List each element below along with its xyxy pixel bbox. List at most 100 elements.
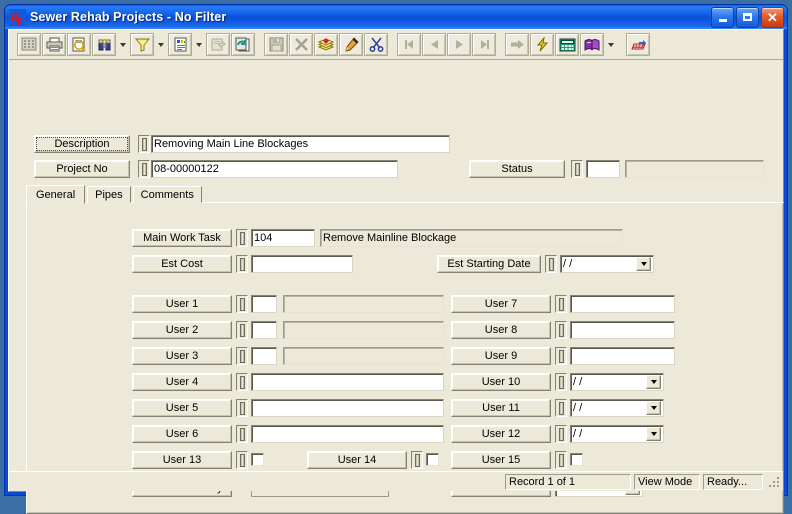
user-12-dropdown-icon[interactable] (646, 427, 661, 441)
book-dropdown-arrow-icon[interactable] (605, 33, 617, 56)
main-work-task-label-button[interactable]: Main Work Task (132, 229, 232, 247)
user-4-label-button[interactable]: User 4 (132, 373, 232, 391)
user-4-input[interactable] (251, 373, 444, 391)
user-2-code-input[interactable] (251, 321, 277, 339)
user-8-lookup-gadget[interactable] (555, 321, 567, 339)
description-label-button[interactable]: Description (34, 135, 130, 153)
user-10-date-combo[interactable]: / / (570, 373, 664, 391)
user-10-dropdown-icon[interactable] (646, 375, 661, 389)
user-1-label-button[interactable]: User 1 (132, 295, 232, 313)
user-14-label-button[interactable]: User 14 (307, 451, 407, 469)
filter-dropdown-arrow-icon[interactable] (155, 33, 167, 56)
find-dropdown-arrow-icon[interactable] (117, 33, 129, 56)
user-5-lookup-gadget[interactable] (236, 399, 248, 417)
minimize-button[interactable] (711, 6, 734, 28)
calculator-icon[interactable] (555, 33, 579, 56)
status-label-button[interactable]: Status (469, 160, 565, 178)
refresh-icon[interactable] (231, 33, 255, 56)
user-8-label-button[interactable]: User 8 (451, 321, 551, 339)
grid-view-icon[interactable] (17, 33, 41, 56)
main-work-task-lookup-gadget[interactable] (236, 229, 248, 247)
report-icon[interactable] (168, 33, 192, 56)
user-12-lookup-gadget[interactable] (555, 425, 567, 443)
print-preview-icon[interactable] (67, 33, 91, 56)
user-1-lookup-gadget[interactable] (236, 295, 248, 313)
user-11-dropdown-icon[interactable] (646, 401, 661, 415)
tab-general[interactable]: General (26, 185, 86, 204)
user-2-label-button[interactable]: User 2 (132, 321, 232, 339)
print-icon[interactable] (42, 33, 66, 56)
user-14-checkbox[interactable] (426, 453, 439, 466)
properties-icon[interactable] (206, 33, 230, 56)
user-9-input[interactable] (570, 347, 675, 365)
user-6-input[interactable] (251, 425, 444, 443)
project-no-label-button[interactable]: Project No (34, 160, 130, 178)
delete-x-icon[interactable] (289, 33, 313, 56)
user-5-label-button[interactable]: User 5 (132, 399, 232, 417)
user-3-lookup-gadget[interactable] (236, 347, 248, 365)
project-no-lookup-gadget[interactable] (138, 160, 150, 178)
title-bar[interactable]: R p Sewer Rehab Projects - No Filter ✕ (5, 5, 787, 29)
user-11-label-button[interactable]: User 11 (451, 399, 551, 417)
status-code-input[interactable] (586, 160, 620, 178)
user-12-date-combo[interactable]: / / (570, 425, 664, 443)
project-no-input[interactable]: 08-00000122 (151, 160, 398, 178)
user-9-label-button[interactable]: User 9 (451, 347, 551, 365)
close-button[interactable]: ✕ (761, 6, 784, 28)
book-icon[interactable] (580, 33, 604, 56)
est-starting-date-label-button[interactable]: Est Starting Date (437, 255, 541, 273)
user-11-date-combo[interactable]: / / (570, 399, 664, 417)
edit-pencil-icon[interactable] (339, 33, 363, 56)
est-starting-date-dropdown-icon[interactable] (636, 257, 651, 271)
next-record-icon[interactable] (447, 33, 471, 56)
user-14-lookup-gadget[interactable] (411, 451, 423, 469)
user-7-lookup-gadget[interactable] (555, 295, 567, 313)
description-lookup-gadget[interactable] (138, 135, 150, 153)
user-7-label-button[interactable]: User 7 (451, 295, 551, 313)
user-6-label-button[interactable]: User 6 (132, 425, 232, 443)
first-record-icon[interactable] (397, 33, 421, 56)
user-7-input[interactable] (570, 295, 675, 313)
user-13-label-button[interactable]: User 13 (132, 451, 232, 469)
save-icon[interactable] (264, 33, 288, 56)
user-11-lookup-gadget[interactable] (555, 399, 567, 417)
user-13-checkbox[interactable] (251, 453, 264, 466)
est-starting-date-lookup-gadget[interactable] (545, 255, 557, 273)
user-13-lookup-gadget[interactable] (236, 451, 248, 469)
user-15-checkbox[interactable] (570, 453, 583, 466)
est-cost-input[interactable] (251, 255, 353, 273)
user-3-code-input[interactable] (251, 347, 277, 365)
est-starting-date-combo[interactable]: / / (560, 255, 654, 273)
lightning-icon[interactable] (530, 33, 554, 56)
est-cost-label-button[interactable]: Est Cost (132, 255, 232, 273)
description-input[interactable]: Removing Main Line Blockages (151, 135, 450, 153)
user-3-label-button[interactable]: User 3 (132, 347, 232, 365)
user-2-lookup-gadget[interactable] (236, 321, 248, 339)
report-dropdown-arrow-icon[interactable] (193, 33, 205, 56)
user-10-lookup-gadget[interactable] (555, 373, 567, 391)
est-cost-lookup-gadget[interactable] (236, 255, 248, 273)
user-6-lookup-gadget[interactable] (236, 425, 248, 443)
find-binoculars-icon[interactable] (92, 33, 116, 56)
user-15-label-button[interactable]: User 15 (451, 451, 551, 469)
copy-stack-icon[interactable] (314, 33, 338, 56)
user-8-input[interactable] (570, 321, 675, 339)
user-10-label-button[interactable]: User 10 (451, 373, 551, 391)
maximize-button[interactable] (736, 6, 759, 28)
user-4-lookup-gadget[interactable] (236, 373, 248, 391)
resize-grip[interactable] (767, 475, 781, 489)
tab-comments[interactable]: Comments (132, 186, 202, 203)
user-12-label-button[interactable]: User 12 (451, 425, 551, 443)
cut-scissors-icon[interactable] (364, 33, 388, 56)
user-9-lookup-gadget[interactable] (555, 347, 567, 365)
user-5-input[interactable] (251, 399, 444, 417)
tab-pipes[interactable]: Pipes (87, 186, 131, 203)
user-1-code-input[interactable] (251, 295, 277, 313)
main-work-task-code-input[interactable]: 104 (251, 229, 315, 247)
prev-record-icon[interactable] (422, 33, 446, 56)
status-lookup-gadget[interactable] (571, 160, 583, 178)
user-15-lookup-gadget[interactable] (555, 451, 567, 469)
go-arrow-icon[interactable] (505, 33, 529, 56)
last-record-icon[interactable] (472, 33, 496, 56)
map-export-icon[interactable] (626, 33, 650, 56)
